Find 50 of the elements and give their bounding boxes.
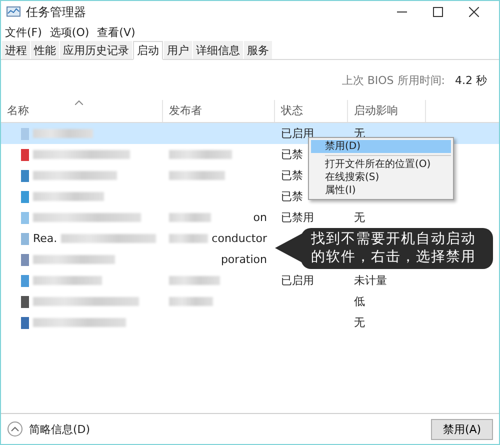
table-cell: 已禁 — [281, 147, 303, 162]
table-cell: Rea. — [33, 232, 58, 245]
tab[interactable]: 启动 — [133, 41, 163, 60]
context-menu-item[interactable]: 禁用(D) — [311, 140, 451, 153]
tab[interactable]: 服务 — [244, 41, 272, 59]
menu-item[interactable]: 查看(V) — [97, 24, 136, 40]
disable-button[interactable]: 禁用(A) — [431, 418, 493, 440]
fewer-details-link[interactable]: 简略信息(D) — [29, 422, 90, 436]
table-cell: 已禁用 — [281, 210, 314, 225]
blurred-text — [169, 297, 213, 306]
sort-caret-icon — [75, 100, 83, 105]
blurred-text — [169, 213, 211, 222]
table-cell: 无 — [354, 210, 365, 225]
blurred-text — [33, 192, 104, 201]
tab[interactable]: 进程 — [2, 41, 30, 59]
blurred-text — [33, 129, 93, 138]
tab[interactable]: 性能 — [31, 41, 59, 59]
table-cell-text: conductor — [212, 232, 268, 245]
window-title: 任务管理器 — [26, 4, 86, 20]
collapse-icon[interactable] — [7, 421, 23, 437]
table-cell: 低 — [354, 294, 365, 309]
table-cell-text: poration — [220, 253, 268, 266]
blurred-text — [169, 150, 232, 159]
bios-time-value: 4.2 秒 — [455, 72, 487, 88]
context-menu-item[interactable]: 属性(I) — [311, 184, 451, 197]
context-menu-item[interactable]: 打开文件所在的位置(O) — [311, 158, 451, 171]
table-cell: 已禁 — [281, 189, 303, 204]
blurred-text — [169, 234, 208, 243]
tab[interactable]: 用户 — [164, 41, 192, 59]
bios-time-label: 上次 BIOS 所用时间: — [342, 72, 445, 88]
blurred-text — [169, 171, 225, 180]
blurred-text — [169, 276, 220, 285]
column-header[interactable]: 发布者 — [169, 103, 202, 118]
blurred-text — [33, 276, 102, 285]
column-header[interactable]: 名称 — [7, 103, 29, 118]
maximize-icon[interactable] — [433, 7, 443, 17]
table-cell: 未计量 — [354, 273, 387, 288]
tab[interactable]: 应用历史记录 — [60, 41, 132, 59]
table-cell-text: on — [253, 211, 268, 224]
table-cell: 无 — [354, 315, 365, 330]
tab[interactable]: 详细信息 — [193, 41, 243, 59]
column-header[interactable]: 启动影响 — [354, 103, 398, 118]
table-cell: 已禁 — [281, 168, 303, 183]
menu-item[interactable]: 文件(F) — [5, 24, 42, 40]
menu-item[interactable]: 选项(O) — [50, 24, 90, 40]
column-header[interactable]: 状态 — [281, 103, 303, 118]
table-cell: 已启用 — [281, 273, 314, 288]
context-menu-item[interactable]: 在线搜索(S) — [311, 171, 451, 184]
close-icon[interactable] — [469, 7, 479, 17]
task-manager-icon — [6, 6, 21, 18]
